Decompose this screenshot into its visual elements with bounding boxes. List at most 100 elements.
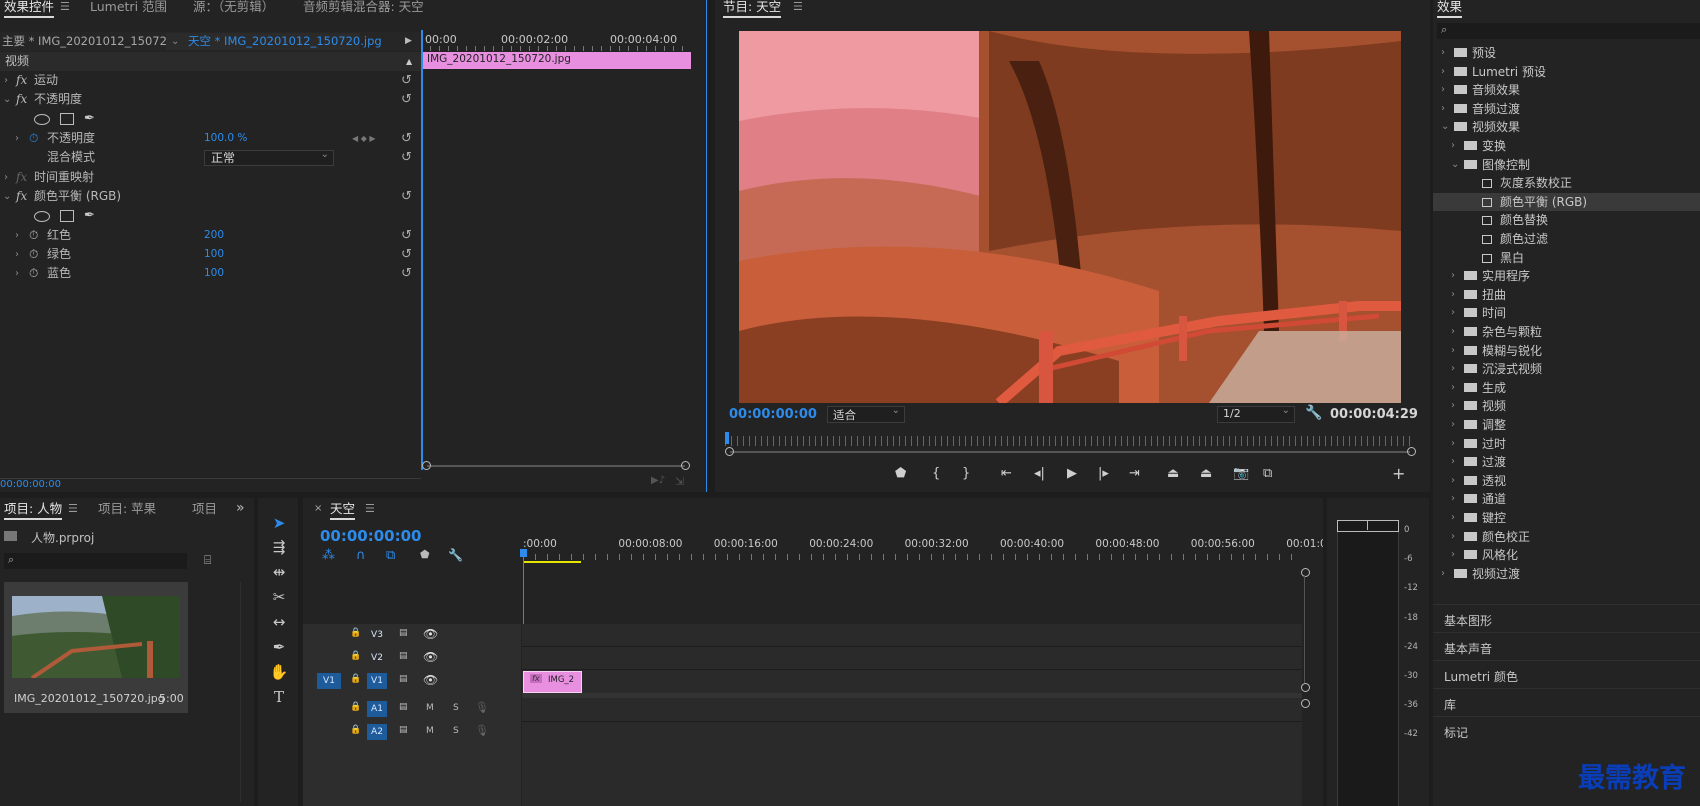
add-marker-icon[interactable]: ⬟ bbox=[895, 466, 906, 481]
effects-tree-item[interactable]: 颜色过滤 bbox=[1433, 230, 1700, 249]
tab-source[interactable]: 源：（无剪辑） bbox=[193, 0, 274, 18]
chevron-right-icon[interactable]: › bbox=[15, 226, 19, 245]
effects-tree-item[interactable]: 颜色替换 bbox=[1433, 211, 1700, 230]
effects-search-input[interactable]: ⌕ bbox=[1437, 23, 1700, 39]
chevron-right-icon[interactable]: › bbox=[1451, 472, 1455, 491]
wrench-icon[interactable]: 🔧 bbox=[448, 548, 463, 562]
chevron-right-icon[interactable]: › bbox=[1451, 360, 1455, 379]
add-marker-icon[interactable]: ⬟ bbox=[420, 548, 430, 561]
effects-tree-item[interactable]: › 变换 bbox=[1433, 137, 1700, 156]
playhead-handle[interactable] bbox=[520, 549, 527, 557]
effects-tree-item[interactable]: › 扭曲 bbox=[1433, 286, 1700, 305]
effects-tree-item[interactable]: › 颜色校正 bbox=[1433, 528, 1700, 547]
track-area[interactable]: fx IMG_2 bbox=[522, 624, 1302, 806]
effects-tree-item[interactable]: › 键控 bbox=[1433, 509, 1700, 528]
effects-tree-item[interactable]: › 生成 bbox=[1433, 379, 1700, 398]
razor-tool-icon[interactable]: ✂ bbox=[268, 586, 290, 608]
effects-tree-item[interactable]: › 音频效果 bbox=[1433, 81, 1700, 100]
effects-tree-item[interactable]: 颜色平衡 (RGB) bbox=[1433, 192, 1700, 212]
lift-icon[interactable]: ⏏ bbox=[1167, 466, 1179, 481]
chevron-right-icon[interactable]: › bbox=[4, 71, 8, 90]
effects-tree-item[interactable]: › 过渡 bbox=[1433, 453, 1700, 472]
meter-peak-indicator[interactable] bbox=[1337, 520, 1399, 532]
tab-sequence[interactable]: 天空 bbox=[330, 502, 356, 520]
chevron-right-icon[interactable]: › bbox=[1441, 81, 1445, 100]
tab-effects[interactable]: 效果 bbox=[1437, 0, 1463, 18]
chevron-right-icon[interactable]: › bbox=[1441, 44, 1445, 63]
clip-dropdown[interactable]: ⌄ 天空 * IMG_20201012_150720.jpg bbox=[166, 33, 382, 50]
opacity-value[interactable]: 100.0 % bbox=[204, 129, 247, 148]
play-only-icon[interactable]: ▶ bbox=[405, 32, 412, 51]
green-value[interactable]: 100 bbox=[204, 245, 224, 264]
export-frame-icon[interactable]: 📷 bbox=[1233, 466, 1249, 481]
fx-icon[interactable]: fx bbox=[16, 168, 27, 187]
new-bin-icon[interactable]: ⌸ bbox=[204, 553, 211, 568]
effects-tree-item[interactable]: › 沉浸式视频 bbox=[1433, 360, 1700, 379]
work-area-bar[interactable] bbox=[523, 561, 581, 563]
vertical-scrollbar[interactable] bbox=[1304, 575, 1305, 683]
panel-lumetri-color[interactable]: Lumetri 颜色 bbox=[1433, 660, 1700, 688]
blend-mode-select[interactable]: 正常 ⌄ bbox=[204, 149, 334, 166]
stopwatch-icon[interactable]: ⏱ bbox=[29, 129, 38, 148]
program-scrub-bar[interactable] bbox=[725, 436, 1415, 446]
tab-effect-controls[interactable]: 效果控件 bbox=[4, 0, 55, 18]
track-header-a2[interactable]: 🔒 A2 ▤ M S 🎙 bbox=[303, 721, 521, 743]
snap-icon[interactable]: ∩ bbox=[356, 548, 366, 563]
play-icon[interactable]: ▶ bbox=[1067, 466, 1077, 481]
track-header-v2[interactable]: 🔒 V2 ▤ 👁 bbox=[303, 647, 521, 669]
tab-lumetri-scopes[interactable]: Lumetri 范围 bbox=[90, 0, 167, 18]
track-header-v3[interactable]: 🔒 V3 ▤ 👁 bbox=[303, 624, 521, 646]
effects-tree-item[interactable]: › 杂色与颗粒 bbox=[1433, 323, 1700, 342]
stopwatch-icon[interactable]: ⏱ bbox=[29, 245, 38, 264]
tab-program[interactable]: 节目: 天空 bbox=[723, 0, 782, 18]
effects-tree-item[interactable]: › 视频 bbox=[1433, 397, 1700, 416]
chevron-down-icon[interactable]: ⌄ bbox=[3, 187, 11, 206]
linked-selection-icon[interactable]: ⧉ bbox=[386, 548, 395, 563]
chevron-right-icon[interactable]: › bbox=[15, 129, 19, 148]
effect-color-balance[interactable]: ⌄ fx 颜色平衡 (RGB) ↺ bbox=[0, 187, 421, 206]
chevron-right-icon[interactable]: › bbox=[1451, 267, 1455, 286]
chevron-right-icon[interactable]: › bbox=[1451, 509, 1455, 528]
ellipse-mask-icon[interactable] bbox=[34, 211, 50, 222]
type-tool-icon[interactable]: T bbox=[268, 686, 290, 708]
stopwatch-icon[interactable]: ⏱ bbox=[29, 226, 38, 245]
effects-tree-item[interactable]: 灰度系数校正 bbox=[1433, 174, 1700, 193]
effects-tree-item[interactable]: › 视频过渡 bbox=[1433, 565, 1700, 584]
track-header-v1[interactable]: V1 🔒 V1 ▤ 👁 bbox=[303, 670, 521, 692]
microphone-icon[interactable]: 🎙 bbox=[475, 701, 489, 714]
project-scrollbar[interactable] bbox=[240, 582, 241, 802]
mark-out-icon[interactable]: } bbox=[962, 466, 970, 481]
track-select-tool-icon[interactable]: ⇶ bbox=[268, 536, 290, 558]
chevron-right-icon[interactable]: › bbox=[1441, 63, 1445, 82]
chevron-right-icon[interactable]: › bbox=[15, 264, 19, 283]
play-audio-icon[interactable]: ▶♪ bbox=[651, 475, 665, 486]
scroll-handle-right[interactable] bbox=[681, 461, 690, 470]
panel-menu-icon[interactable]: ☰ bbox=[60, 0, 70, 13]
effects-tree-item[interactable]: ⌄ 视频效果 bbox=[1433, 118, 1700, 137]
ec-clip-bar[interactable]: IMG_20201012_150720.jpg bbox=[423, 52, 691, 69]
scroll-handle-left[interactable] bbox=[422, 461, 431, 470]
timeline-clip[interactable]: fx IMG_2 bbox=[523, 671, 582, 693]
chevron-right-icon[interactable]: › bbox=[1441, 565, 1445, 584]
resolution-select[interactable]: 1/2 ⌄ bbox=[1217, 405, 1295, 423]
project-clip-thumbnail[interactable]: IMG_20201012_150720.jpg 5:00 bbox=[4, 582, 188, 713]
tab-project-people[interactable]: 项目: 人物 bbox=[4, 502, 63, 520]
sync-lock-icon[interactable]: ▤ bbox=[399, 674, 408, 684]
scroll-up-icon[interactable]: ▲ bbox=[406, 52, 412, 71]
add-button-icon[interactable]: + bbox=[1392, 464, 1405, 483]
sync-lock-icon[interactable]: ▤ bbox=[399, 702, 408, 712]
chevron-right-icon[interactable]: › bbox=[1451, 546, 1455, 565]
effect-motion[interactable]: › fx 运动 ↺ bbox=[0, 71, 421, 90]
lock-icon[interactable]: 🔒 bbox=[350, 651, 361, 661]
effects-tree-item[interactable]: › 调整 bbox=[1433, 416, 1700, 435]
scroll-handle-mid[interactable] bbox=[1301, 683, 1310, 692]
more-tabs-icon[interactable]: » bbox=[236, 500, 245, 516]
reset-icon[interactable]: ↺ bbox=[401, 264, 412, 283]
mark-in-icon[interactable]: { bbox=[932, 466, 940, 481]
chevron-right-icon[interactable]: › bbox=[1451, 323, 1455, 342]
zoom-select[interactable]: 适合 ⌄ bbox=[827, 405, 905, 423]
nest-sequence-icon[interactable]: ⁂ bbox=[322, 548, 335, 563]
playhead[interactable] bbox=[421, 30, 423, 470]
reset-icon[interactable]: ↺ bbox=[401, 148, 412, 167]
panel-menu-icon[interactable]: ☰ bbox=[365, 502, 375, 515]
